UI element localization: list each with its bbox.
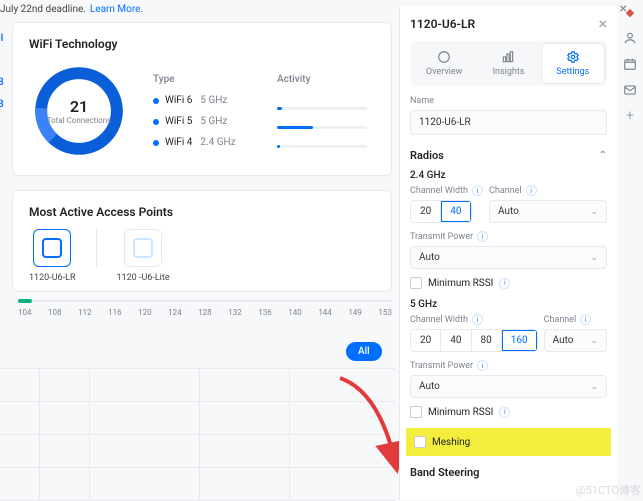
tab-insights[interactable]: Insights [477,44,539,83]
info-icon[interactable]: i [472,185,483,196]
axis-tick: 149 [348,308,362,317]
tab-overview[interactable]: Overview [413,44,475,83]
tx-power-select-5[interactable]: Auto⌄ [410,375,607,398]
activity-heading: Activity [277,74,367,85]
axis-tick: 120 [138,308,152,317]
info-icon[interactable]: i [526,185,537,196]
radios-heading: Radios [410,149,444,162]
axis-tick: 112 [78,308,92,317]
tab-settings[interactable]: Settings [542,44,604,83]
meshing-highlight: Meshing [406,428,611,456]
watermark: @51CTO博客 [576,482,641,498]
ap-item[interactable]: 1120-U6-LR [29,229,76,283]
card-title: WiFi Technology [29,37,375,51]
activity-bar [277,145,367,148]
ap-item[interactable]: 1120 -U6-Lite [117,229,170,283]
axis-tick: 116 [108,308,122,317]
panel-close-icon[interactable]: × [598,14,607,33]
info-icon[interactable]: i [477,360,488,371]
band-steering-heading: Band Steering [410,466,479,479]
radio-24-title: 2.4 GHz [410,170,607,181]
width-option[interactable]: 40 [441,201,470,222]
donut-label: Total Connections [47,116,112,125]
info-icon[interactable]: i [499,278,510,289]
learn-more-link[interactable]: Learn More. [90,4,143,15]
rail-alert-icon[interactable]: ◆ [622,4,638,20]
data-grid [0,368,395,500]
collapse-icon[interactable]: ⌃ [599,150,607,161]
activity-bar [277,107,367,110]
meshing-checkbox[interactable] [414,436,426,448]
wifi-technology-card: WiFi Technology 21 Total Connections Typ… [12,22,392,176]
axis-tick: 144 [318,308,332,317]
info-icon[interactable]: i [499,407,510,418]
channel-width-5[interactable]: 204080160 [410,329,538,352]
axis-tick: 132 [228,308,242,317]
rail-mail-icon[interactable] [622,82,638,98]
width-option[interactable]: 40 [441,330,471,351]
filter-all-pill[interactable]: All [346,342,382,361]
panel-tabs: Overview Insights Settings [410,41,607,86]
rail-calendar-icon[interactable] [622,56,638,72]
radio-24ghz-block: 2.4 GHz Channel Widthi 2040 Channeli Aut… [410,170,607,289]
axis-tick: 136 [258,308,272,317]
left-peek-labels: lli33 [0,28,4,116]
device-settings-panel: 1120-U6-LR × Overview Insights Settings … [399,6,617,500]
donut-value: 21 [70,97,88,116]
axis-tick: 104 [18,308,32,317]
right-icon-rail: ◆ + [619,4,641,124]
type-heading: Type [153,74,236,85]
width-option[interactable]: 160 [502,330,537,351]
connections-donut: 21 Total Connections [29,61,129,161]
card-title: Most Active Access Points [29,205,375,219]
channel-select-24[interactable]: Auto⌄ [489,200,607,223]
info-icon[interactable]: i [477,231,488,242]
legend-row: WiFi 55 GHz [153,116,236,127]
channel-width-24[interactable]: 2040 [410,200,472,223]
name-label: Name [410,96,607,106]
axis-tick: 128 [198,308,212,317]
tx-power-select-24[interactable]: Auto⌄ [410,246,607,269]
rail-add-icon[interactable]: + [622,108,638,124]
info-icon[interactable]: i [580,314,591,325]
channel-select-5[interactable]: Auto⌄ [544,329,607,352]
deadline-text: July 22nd deadline. [0,4,86,15]
access-points-card: Most Active Access Points 1120-U6-LR 1120… [12,190,392,292]
channel-axis: 104 108 112 116 120 124 128 132 136 140 144 149 153 [18,300,392,317]
width-option[interactable]: 20 [411,201,441,222]
axis-tick: 108 [48,308,62,317]
width-option[interactable]: 80 [472,330,502,351]
min-rssi-checkbox-24[interactable] [410,277,422,289]
min-rssi-checkbox-5[interactable] [410,406,422,418]
axis-tick: 153 [378,308,392,317]
axis-tick: 140 [288,308,302,317]
rail-user-icon[interactable] [622,30,638,46]
legend-row: WiFi 65 GHz [153,95,236,106]
device-name-input[interactable] [410,110,607,135]
radio-5-title: 5 GHz [410,299,607,310]
axis-tick: 124 [168,308,182,317]
panel-title: 1120-U6-LR [410,17,475,31]
width-option[interactable]: 20 [411,330,441,351]
radio-5ghz-block: 5 GHz Channel Widthi 204080160 Channeli … [410,299,607,418]
legend-row: WiFi 42.4 GHz [153,137,236,148]
info-icon[interactable]: i [472,314,483,325]
activity-bar [277,126,367,129]
